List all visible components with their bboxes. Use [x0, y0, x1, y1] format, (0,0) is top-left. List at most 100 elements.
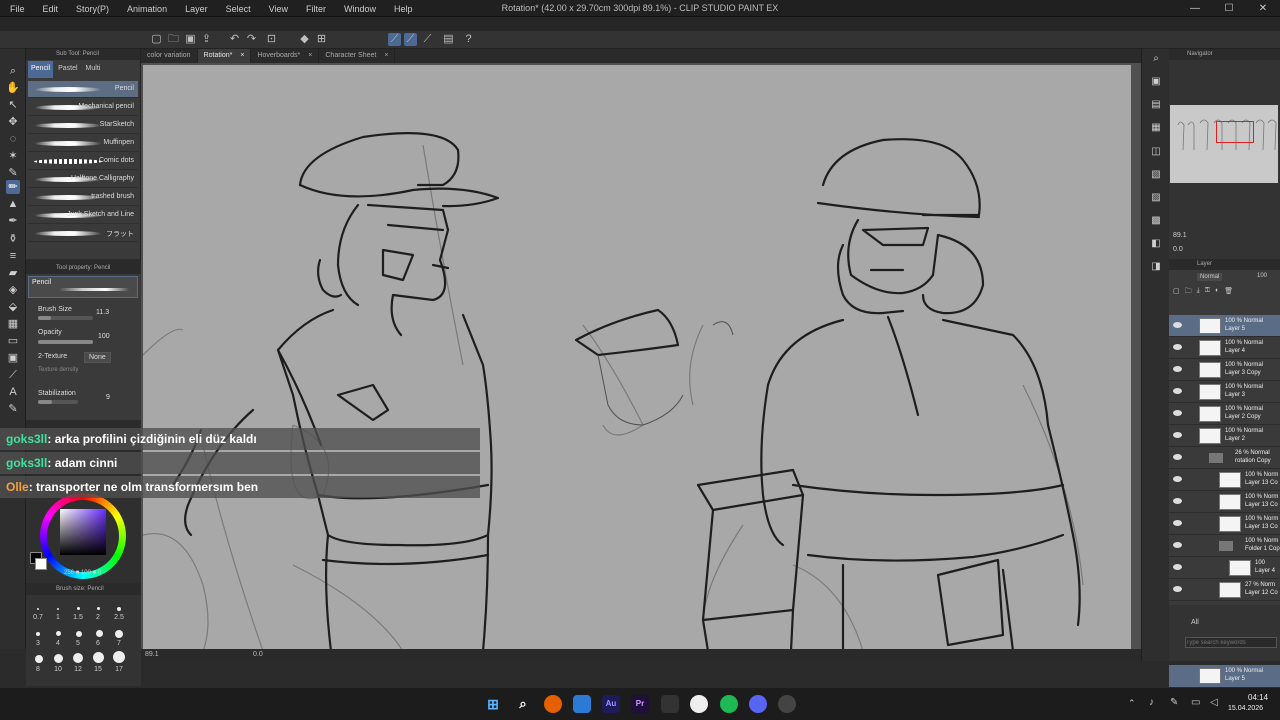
- tab-rotation[interactable]: Rotation* ×: [197, 49, 252, 63]
- history-icon[interactable]: ◫: [1149, 145, 1163, 159]
- search-icon[interactable]: ⌕: [514, 695, 532, 713]
- layer-search-input[interactable]: [1185, 637, 1277, 648]
- canvas-angle-value[interactable]: 0.0: [253, 651, 263, 658]
- clock-time[interactable]: 04:14: [1248, 693, 1268, 702]
- brush-item[interactable]: Halftone Calligraphy: [28, 171, 138, 188]
- brush-tool-icon[interactable]: ▲: [6, 197, 20, 211]
- mail-icon[interactable]: [573, 695, 591, 713]
- stabilization-slider[interactable]: [38, 400, 78, 404]
- close-tab-icon[interactable]: ×: [384, 49, 388, 63]
- help-icon[interactable]: ?: [462, 33, 475, 46]
- navigator-thumbnail[interactable]: [1170, 105, 1278, 183]
- size-dot[interactable]: [113, 651, 125, 663]
- device-icon[interactable]: ▤: [442, 33, 455, 46]
- canvas-zoom-value[interactable]: 89.1: [145, 651, 159, 658]
- network-icon[interactable]: ▭: [1191, 697, 1200, 708]
- snap-ruler-icon[interactable]: ⟋: [388, 33, 401, 46]
- pencil-tool-icon[interactable]: ✏: [6, 180, 20, 194]
- airbrush-icon[interactable]: ⚱: [6, 232, 20, 246]
- delete-layer-icon[interactable]: 🗑: [1224, 287, 1233, 297]
- brush-size-value[interactable]: 11.3: [96, 309, 109, 316]
- auto-action-icon[interactable]: ◨: [1149, 260, 1163, 274]
- eye-icon[interactable]: [1173, 454, 1182, 460]
- size-dot[interactable]: [76, 631, 82, 637]
- undo-icon[interactable]: ↶: [228, 33, 241, 46]
- size-dot[interactable]: [37, 608, 39, 610]
- brush-preview[interactable]: Pencil: [28, 276, 138, 298]
- layer-folder-row[interactable]: 26 % Normal rotation Copy: [1169, 447, 1280, 469]
- mask-icon[interactable]: ◐: [1215, 287, 1219, 297]
- color-set-icon[interactable]: ▩: [1149, 214, 1163, 228]
- maximize-button[interactable]: ☐: [1212, 0, 1246, 17]
- eye-icon[interactable]: [1173, 586, 1182, 592]
- microphone-icon[interactable]: ♪: [1149, 697, 1154, 708]
- blend-mode-select[interactable]: Normal: [1197, 273, 1223, 281]
- layer-row[interactable]: 100 % Norm Layer 13 Co: [1169, 513, 1280, 535]
- size-dot[interactable]: [97, 607, 100, 610]
- eyedropper-icon[interactable]: ✎: [6, 166, 20, 180]
- discord-icon[interactable]: [749, 695, 767, 713]
- clock-date[interactable]: 15.04.2026: [1228, 705, 1263, 712]
- opacity-slider[interactable]: [38, 340, 93, 344]
- brush-item[interactable]: Mechanical pencil: [28, 99, 138, 116]
- saturation-value-square[interactable]: [60, 509, 106, 555]
- navigator-zoom[interactable]: 89.1: [1173, 232, 1187, 239]
- drawing-canvas[interactable]: [143, 65, 1131, 651]
- search-icon[interactable]: ⌕: [1149, 52, 1163, 66]
- tray-chevron-icon[interactable]: ⌃: [1128, 698, 1136, 709]
- new-folder-icon[interactable]: 🗀: [1185, 287, 1192, 297]
- frame-icon[interactable]: ▣: [6, 351, 20, 365]
- brush-item[interactable]: Muffinpen: [28, 135, 138, 152]
- tab-character-sheet[interactable]: Character Sheet ×: [319, 49, 396, 63]
- fill-tool-icon[interactable]: ⬙: [6, 300, 20, 314]
- eye-icon[interactable]: [1173, 388, 1182, 394]
- layer-row[interactable]: 100 % Normal Layer 2: [1169, 425, 1280, 447]
- eye-icon[interactable]: [1173, 542, 1182, 548]
- brush-item[interactable]: Comic dots: [28, 153, 138, 170]
- layer-row[interactable]: 100 Layer 4: [1169, 557, 1280, 579]
- layer-row[interactable]: 100 % Normal Layer 4: [1169, 337, 1280, 359]
- obs-icon[interactable]: [778, 695, 796, 713]
- move-layer-icon[interactable]: ✥: [6, 115, 20, 129]
- close-tab-icon[interactable]: ×: [240, 49, 244, 63]
- ruler-icon[interactable]: ⟋: [6, 368, 20, 382]
- eye-icon[interactable]: [1173, 564, 1182, 570]
- navigator-icon[interactable]: ▣: [1149, 75, 1163, 89]
- audition-icon[interactable]: Au: [602, 695, 620, 713]
- size-dot[interactable]: [117, 607, 121, 611]
- fill-icon[interactable]: ◆: [298, 33, 311, 46]
- size-dot[interactable]: [54, 654, 63, 663]
- material-icon[interactable]: ▧: [1149, 168, 1163, 182]
- snap-special-ruler-icon[interactable]: ⟋: [404, 33, 417, 46]
- decoration-icon[interactable]: ≡: [6, 249, 20, 263]
- layer-opacity-value[interactable]: 100: [1257, 273, 1267, 279]
- eye-icon[interactable]: [1173, 410, 1182, 416]
- balloon-icon[interactable]: ✎: [6, 402, 20, 416]
- eye-icon[interactable]: [1173, 366, 1182, 372]
- eye-icon[interactable]: [1173, 432, 1182, 438]
- eye-icon[interactable]: [1173, 344, 1182, 350]
- layer-search-result[interactable]: 100 % Normal Layer 5: [1169, 665, 1280, 687]
- size-dot[interactable]: [35, 655, 43, 663]
- layer-row[interactable]: 27 % Norm Layer 12 Co: [1169, 579, 1280, 601]
- selection-tool-icon[interactable]: ◌: [6, 132, 20, 146]
- size-dot[interactable]: [57, 608, 59, 610]
- sub-color-swatch[interactable]: [35, 558, 47, 570]
- layer-property-icon[interactable]: ▨: [1149, 191, 1163, 205]
- layer-row[interactable]: 100 % Normal Layer 5: [1169, 315, 1280, 337]
- navigator-angle[interactable]: 0.0: [1173, 246, 1183, 253]
- transform-icon[interactable]: ⊞: [315, 33, 328, 46]
- layer-row[interactable]: 100 % Norm Layer 13 Co: [1169, 491, 1280, 513]
- size-dot[interactable]: [96, 630, 103, 637]
- size-dot[interactable]: [115, 630, 123, 638]
- layer-row[interactable]: 100 % Normal Layer 3 Copy: [1169, 359, 1280, 381]
- tab-color-variation[interactable]: color variation: [141, 49, 198, 63]
- size-dot[interactable]: [56, 631, 61, 636]
- eye-icon[interactable]: [1173, 322, 1182, 328]
- layer-row[interactable]: 100 % Norm Layer 13 Co: [1169, 469, 1280, 491]
- layer-folder-row[interactable]: 100 % Norm Folder 1 Cop: [1169, 535, 1280, 557]
- clip-studio-icon[interactable]: [690, 695, 708, 713]
- eye-icon[interactable]: [1173, 476, 1182, 482]
- brush-item[interactable]: フラット: [28, 225, 138, 242]
- brush-item[interactable]: trashed brush: [28, 189, 138, 206]
